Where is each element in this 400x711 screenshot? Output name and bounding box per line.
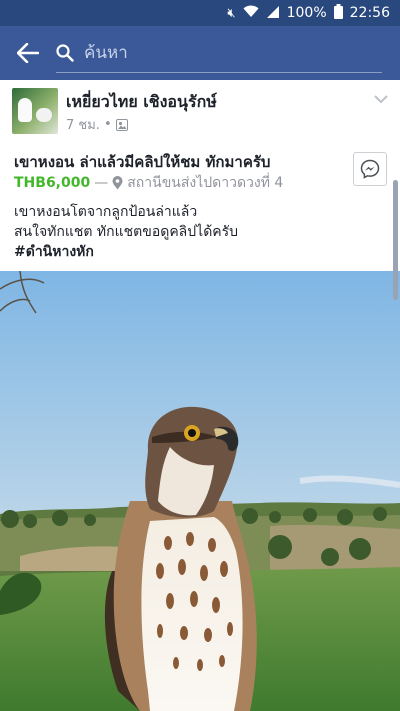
search-icon: [56, 43, 74, 62]
author-name[interactable]: เหยี่ยวไทย เชิงอนุรักษ์: [66, 90, 217, 115]
top-navigation-bar: ค้นหา: [0, 26, 400, 80]
marketplace-post-card: เหยี่ยวไทย เชิงอนุรักษ์ 7 ชม. • เขาหงอน …: [0, 80, 400, 711]
listing-location[interactable]: สถานีขนส่งไปดาวดวงที่ 4: [127, 172, 283, 194]
post-options-chevron-icon[interactable]: [374, 92, 388, 108]
status-bar: 🔇︎ 100% 22:56: [0, 0, 400, 26]
price-separator: —: [94, 175, 109, 191]
post-meta: 7 ชม. •: [66, 114, 128, 135]
location-pin-icon: [112, 176, 123, 190]
search-bar[interactable]: ค้นหา: [56, 33, 382, 73]
meta-dot: •: [103, 117, 112, 132]
listing-price-row: THB6,000 — สถานีขนส่งไปดาวดวงที่ 4: [14, 172, 283, 194]
post-header: เหยี่ยวไทย เชิงอนุรักษ์ 7 ชม. •: [12, 88, 388, 136]
signal-icon: [266, 5, 280, 22]
hashtag-link[interactable]: #ดำนิหางหัก: [14, 242, 238, 262]
back-button[interactable]: [0, 26, 56, 80]
post-time[interactable]: 7 ชม.: [66, 114, 100, 135]
post-body: เขาหงอนโตจากลูกป้อนล่าแล้ว สนใจทักแชต ทั…: [14, 202, 238, 262]
scrollbar[interactable]: [393, 180, 398, 300]
listing-price: THB6,000: [14, 175, 91, 191]
mute-icon: 🔇︎: [227, 5, 236, 21]
avatar[interactable]: [12, 88, 58, 134]
battery-percent: 100%: [286, 5, 327, 21]
wifi-icon: [243, 5, 259, 22]
listing-title: เขาหงอน ล่าแล้วมีคลิปให้ชม ทักมาครับ: [14, 153, 271, 171]
post-photo-hawk[interactable]: [0, 271, 400, 711]
messenger-icon: [360, 159, 380, 179]
battery-icon: [333, 3, 343, 23]
post-body-line: สนใจทักแชต ทักแชตขอดูคลิปได้ครับ: [14, 224, 239, 240]
post-body-line: เขาหงอนโตจากลูกป้อนล่าแล้ว: [14, 204, 198, 220]
message-seller-button[interactable]: [353, 152, 387, 186]
back-arrow-icon: [17, 43, 39, 63]
group-audience-icon: [115, 118, 128, 131]
hawk-photo-illustration: [0, 271, 400, 711]
search-placeholder: ค้นหา: [84, 43, 128, 63]
clock: 22:56: [349, 5, 390, 21]
